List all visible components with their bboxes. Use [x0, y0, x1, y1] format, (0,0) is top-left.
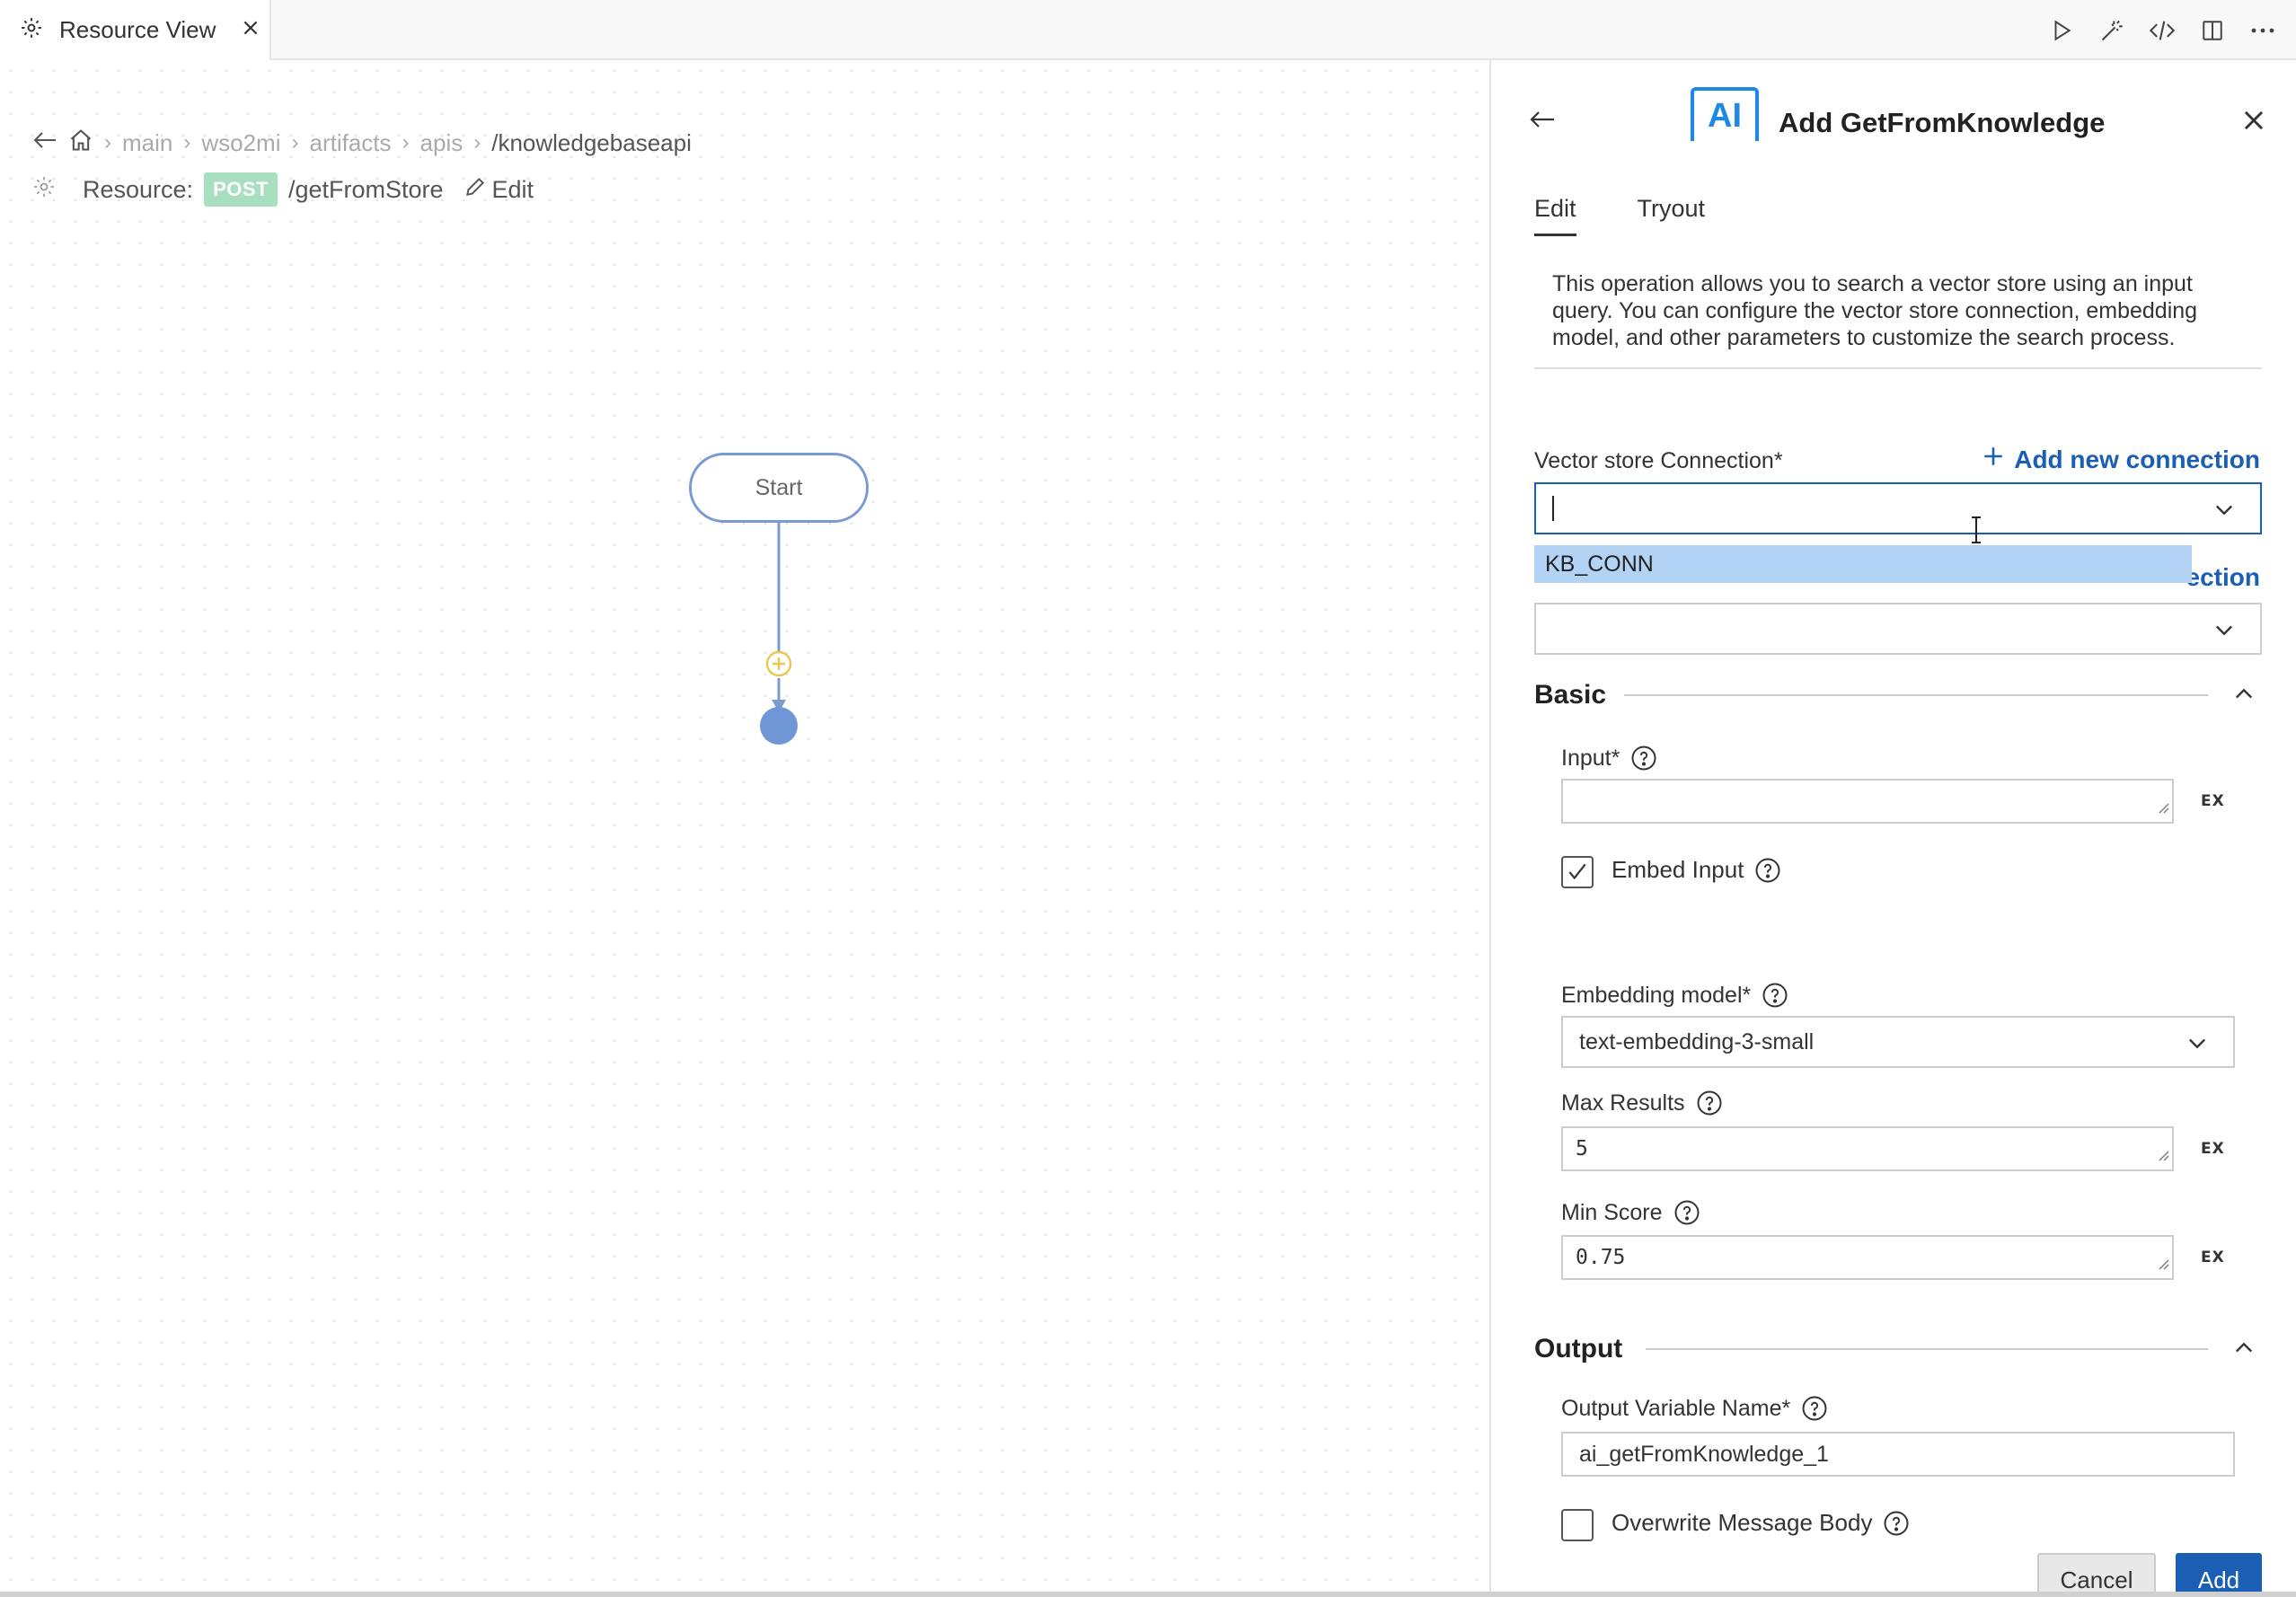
min-score-label: Min Score [1561, 1199, 1700, 1226]
expression-toggle-button[interactable]: EX [2201, 1248, 2225, 1266]
tab-label: Resource View [59, 16, 216, 43]
add-node-plus-icon[interactable] [765, 650, 792, 677]
add-new-connection-button-2[interactable]: ection [2186, 563, 2260, 592]
help-icon[interactable] [1883, 1510, 1910, 1537]
tab-resource-view[interactable]: Resource View [0, 0, 271, 60]
panel-tabs: Edit Tryout [1534, 195, 1705, 236]
text-caret [1552, 496, 1554, 521]
editor-toolbar [2048, 0, 2276, 60]
operation-description: This operation allows you to search a ve… [1534, 270, 2262, 369]
code-icon[interactable] [2149, 17, 2176, 44]
close-tab-icon[interactable] [241, 18, 261, 42]
cancel-button[interactable]: Cancel [2037, 1553, 2156, 1597]
help-icon[interactable] [1762, 982, 1788, 1009]
gear-icon [20, 16, 43, 44]
overwrite-message-body-label: Overwrite Message Body [1612, 1509, 1910, 1537]
embedding-model-select[interactable]: text-embedding-3-small [1561, 1016, 2235, 1068]
output-variable-value: ai_getFromKnowledge_1 [1579, 1441, 1829, 1467]
resize-grip-icon[interactable] [2157, 796, 2169, 819]
overwrite-message-body-label-text: Overwrite Message Body [1612, 1509, 1873, 1536]
end-node [760, 707, 798, 745]
input-label-text: Input* [1561, 745, 1620, 771]
help-icon[interactable] [1696, 1090, 1723, 1116]
min-score-label-text: Min Score [1561, 1199, 1663, 1225]
tab-tryout[interactable]: Tryout [1638, 195, 1706, 236]
overwrite-message-body-checkbox[interactable] [1561, 1509, 1594, 1541]
embed-input-checkbox[interactable] [1561, 856, 1594, 888]
resize-grip-icon[interactable] [2157, 1143, 2169, 1167]
embedding-model-value: text-embedding-3-small [1579, 1028, 1815, 1054]
section-title-output: Output [1534, 1334, 1623, 1363]
output-variable-label-text: Output Variable Name* [1561, 1395, 1791, 1421]
chevron-up-icon[interactable] [2231, 1336, 2256, 1365]
vector-store-label: Vector store Connection* [1534, 448, 1783, 474]
panel-header: AI Add GetFromKnowledge [1493, 60, 2296, 186]
embedding-model-label-text: Embedding model* [1561, 982, 1752, 1008]
max-results-value: 5 [1576, 1137, 1588, 1160]
max-results-label: Max Results [1561, 1090, 1723, 1116]
add-mediator-panel: AI Add GetFromKnowledge Edit Tryout This… [1493, 60, 2296, 1597]
output-variable-label: Output Variable Name* [1561, 1395, 1828, 1422]
help-icon[interactable] [1630, 745, 1657, 772]
input-label: Input* [1561, 745, 1657, 772]
text-cursor-icon [1969, 516, 1983, 549]
tab-edit[interactable]: Edit [1534, 195, 1576, 236]
run-icon[interactable] [2048, 17, 2075, 44]
section-divider [1624, 694, 2208, 696]
chevron-down-icon[interactable] [2185, 1030, 2210, 1062]
ai-logo-text: AI [1708, 96, 1742, 135]
close-icon[interactable] [2242, 109, 2265, 137]
window-bottom-edge [0, 1592, 2296, 1597]
chevron-up-icon[interactable] [2231, 682, 2256, 711]
section-title-basic: Basic [1534, 680, 1607, 710]
chevron-down-icon[interactable] [2212, 617, 2237, 649]
section-divider [1646, 1348, 2208, 1350]
diagram-canvas[interactable]: › main › wso2mi › artifacts › apis › /kn… [0, 60, 1491, 1597]
expression-toggle-button[interactable]: EX [2201, 792, 2225, 810]
vector-store-select[interactable] [1534, 482, 2262, 534]
ai-logo-icon: AI [1691, 87, 1759, 141]
add-new-connection-label: Add new connection [2014, 445, 2260, 473]
embed-input-label: Embed Input [1612, 856, 1781, 884]
split-editor-icon[interactable] [2199, 17, 2226, 44]
max-results-field[interactable]: 5 [1561, 1126, 2174, 1171]
start-node[interactable]: Start [689, 453, 869, 523]
editor-tab-bar: Resource View [0, 0, 2296, 60]
dropdown-option-kb-conn[interactable]: KB_CONN [1534, 545, 2192, 583]
more-actions-icon[interactable] [2249, 17, 2276, 44]
embedding-model-label: Embedding model* [1561, 982, 1788, 1009]
plus-icon [1982, 445, 2005, 474]
input-field[interactable] [1561, 779, 2174, 824]
max-results-label-text: Max Results [1561, 1090, 1685, 1116]
min-score-field[interactable]: 0.75 [1561, 1235, 2174, 1280]
help-icon[interactable] [1754, 857, 1781, 884]
output-variable-field[interactable]: ai_getFromKnowledge_1 [1561, 1432, 2235, 1477]
embed-input-label-text: Embed Input [1612, 856, 1744, 883]
help-icon[interactable] [1673, 1199, 1700, 1226]
embedding-connection-select[interactable] [1534, 603, 2262, 655]
checkmark-icon [1568, 863, 1586, 880]
chevron-down-icon[interactable] [2212, 497, 2237, 528]
min-score-value: 0.75 [1576, 1246, 1626, 1269]
panel-title: Add GetFromKnowledge [1779, 107, 2106, 138]
magic-wand-icon[interactable] [2098, 17, 2125, 44]
help-icon[interactable] [1801, 1395, 1828, 1422]
add-button[interactable]: Add [2176, 1553, 2262, 1597]
add-new-connection-button[interactable]: Add new connection [1982, 445, 2260, 474]
resize-grip-icon[interactable] [2157, 1252, 2169, 1275]
back-arrow-icon[interactable] [1529, 109, 1556, 135]
expression-toggle-button[interactable]: EX [2201, 1140, 2225, 1158]
vector-store-label-text: Vector store Connection* [1534, 448, 1783, 473]
